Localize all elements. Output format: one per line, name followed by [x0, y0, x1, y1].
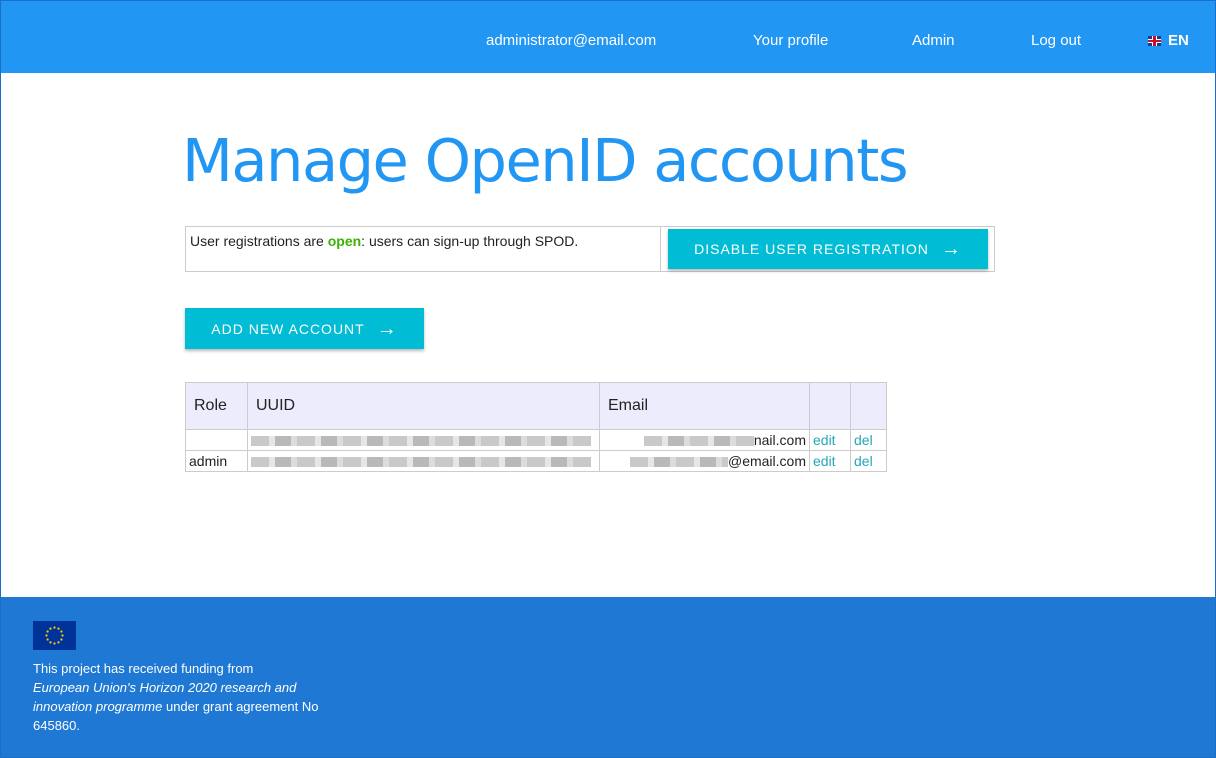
nav-log-out[interactable]: Log out: [1031, 32, 1081, 50]
uk-flag-icon: [1148, 36, 1161, 46]
header-uuid: UUID: [247, 382, 600, 430]
top-nav-bar: administrator@email.com Your profile Adm…: [1, 1, 1215, 73]
disable-registration-button[interactable]: DISABLE USER REGISTRATION →: [668, 229, 988, 269]
cell-del: del: [850, 450, 887, 472]
header-role: Role: [185, 382, 248, 430]
header-email: Email: [599, 382, 810, 430]
registration-status-text: User registrations are open: users can s…: [186, 227, 661, 271]
cell-role: [185, 429, 248, 451]
cell-edit: edit: [809, 450, 851, 472]
language-label: EN: [1168, 32, 1189, 49]
funding-notice: This project has received funding from Eu…: [33, 659, 353, 735]
redacted-email: [629, 457, 728, 468]
header-edit: [809, 382, 851, 430]
table-row: nail.com edit del: [185, 429, 887, 451]
registration-text-after: : users can sign-up through SPOD.: [361, 233, 579, 249]
footer: This project has received funding from Eu…: [1, 597, 1215, 757]
email-suffix: nail.com: [753, 432, 806, 448]
page: administrator@email.com Your profile Adm…: [0, 0, 1216, 758]
nav-user-email[interactable]: administrator@email.com: [486, 32, 656, 50]
cell-email: @email.com: [599, 450, 810, 472]
redacted-uuid: [251, 457, 591, 468]
arrow-right-icon: →: [940, 238, 962, 260]
nav-your-profile[interactable]: Your profile: [753, 32, 828, 50]
registration-panel: User registrations are open: users can s…: [185, 226, 995, 272]
funding-line1: This project has received funding from: [33, 661, 254, 676]
delete-link[interactable]: del: [854, 453, 873, 469]
eu-stars-icon: [45, 626, 64, 645]
accounts-table: Role UUID Email nail.com edit del admin …: [185, 382, 887, 472]
edit-link[interactable]: edit: [813, 432, 836, 448]
edit-link[interactable]: edit: [813, 453, 836, 469]
header-del: [850, 382, 887, 430]
language-selector[interactable]: EN: [1148, 32, 1189, 50]
cell-edit: edit: [809, 429, 851, 451]
nav-admin[interactable]: Admin: [912, 32, 955, 50]
table-row: admin @email.com edit del: [185, 450, 887, 472]
disable-registration-label: DISABLE USER REGISTRATION: [694, 241, 929, 257]
cell-uuid-redacted: [247, 450, 600, 472]
cell-role: admin: [185, 450, 248, 472]
eu-flag-icon: [33, 621, 76, 650]
registration-status: open: [327, 233, 362, 249]
redacted-uuid: [251, 436, 591, 447]
table-header-row: Role UUID Email: [185, 382, 887, 430]
registration-text-before: User registrations are: [190, 233, 328, 249]
cell-email: nail.com: [599, 429, 810, 451]
page-title: Manage OpenID accounts: [182, 126, 909, 195]
cell-del: del: [850, 429, 887, 451]
delete-link[interactable]: del: [854, 432, 873, 448]
cell-uuid-redacted: [247, 429, 600, 451]
arrow-right-icon: →: [376, 317, 398, 340]
email-suffix: @email.com: [727, 453, 806, 469]
redacted-email: [643, 436, 754, 447]
add-account-label: ADD NEW ACCOUNT: [211, 320, 365, 337]
add-account-button[interactable]: ADD NEW ACCOUNT →: [185, 308, 424, 349]
